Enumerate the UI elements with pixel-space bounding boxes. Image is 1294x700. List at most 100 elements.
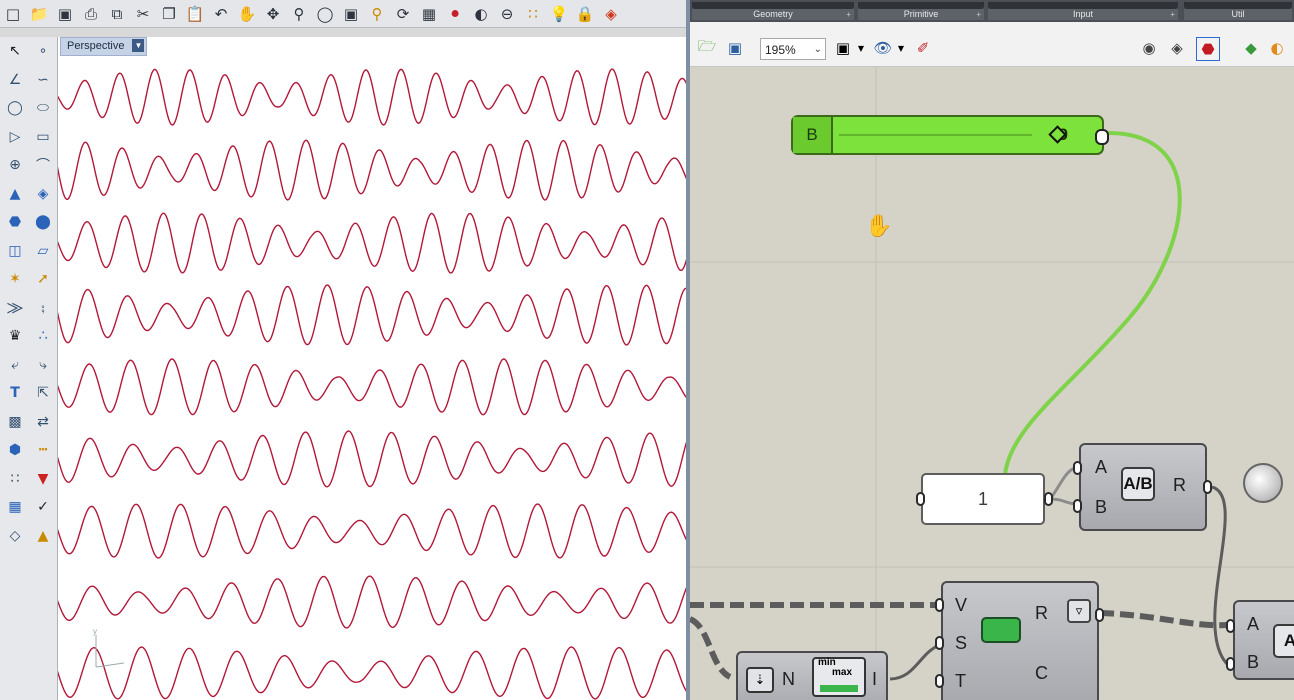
template-icon[interactable]: ⧉ bbox=[106, 3, 128, 25]
circle-icon[interactable]: ◯ bbox=[2, 95, 28, 121]
value-panel[interactable]: 1 bbox=[921, 473, 1045, 525]
division2-port-b[interactable] bbox=[1226, 657, 1235, 671]
output-probe[interactable] bbox=[1243, 463, 1283, 503]
undo-icon[interactable]: ↶ bbox=[210, 3, 232, 25]
fillet-icon[interactable]: ⤶ bbox=[2, 352, 28, 378]
triangle-icon[interactable]: ▷ bbox=[2, 124, 28, 150]
chevron-down-icon[interactable]: ▼ bbox=[850, 37, 872, 59]
division-component[interactable]: A B A/B R bbox=[1079, 443, 1207, 531]
tab-input[interactable]: Input + bbox=[988, 2, 1178, 20]
new-file-icon[interactable]: □ bbox=[2, 3, 24, 25]
rotate-view-icon[interactable]: ⟳ bbox=[392, 3, 414, 25]
cut-icon[interactable]: ✂ bbox=[132, 3, 154, 25]
sphere-icon[interactable]: ⬤ bbox=[30, 209, 56, 235]
division2-port-a[interactable] bbox=[1226, 619, 1235, 633]
preview-shaded-icon[interactable]: ◉ bbox=[1138, 37, 1160, 59]
car-icon[interactable]: ⚫ bbox=[444, 3, 466, 25]
slider-output-port[interactable] bbox=[1095, 129, 1109, 145]
panel-input-port[interactable] bbox=[916, 492, 925, 506]
group-icon[interactable]: ∴ bbox=[30, 323, 56, 349]
box-icon[interactable]: ⬣ bbox=[2, 209, 28, 235]
ellipse-icon[interactable]: ⬭ bbox=[30, 95, 56, 121]
slider-track[interactable] bbox=[839, 134, 1032, 136]
dimension-icon[interactable]: ⨠ bbox=[2, 295, 28, 321]
preview-selected-icon[interactable]: ⬣ bbox=[1196, 37, 1220, 61]
render-icon[interactable]: ◈ bbox=[600, 3, 622, 25]
division-port-b[interactable] bbox=[1073, 499, 1082, 513]
move-view-icon[interactable]: ✥ bbox=[262, 3, 284, 25]
mirror-icon[interactable]: ⇄ bbox=[30, 409, 56, 435]
chevron-down-icon[interactable]: ▼ bbox=[890, 37, 912, 59]
tab-primitive[interactable]: Primitive + bbox=[858, 2, 984, 20]
render-tool-icon[interactable]: ▲ bbox=[30, 523, 56, 549]
gh-canvas[interactable]: ✋ B 9 1 A B A/B R V S T R C ▿ ⇣ N bbox=[690, 67, 1294, 700]
check-icon[interactable]: ✓ bbox=[30, 494, 56, 520]
offset-icon[interactable]: ⤷ bbox=[30, 352, 56, 378]
shade-icon[interactable]: ◐ bbox=[470, 3, 492, 25]
division-component-2[interactable]: A B A bbox=[1233, 600, 1294, 680]
array-icon[interactable]: ▩ bbox=[2, 409, 28, 435]
viewport-tab[interactable]: Perspective ▼ bbox=[60, 37, 148, 56]
save-file-icon[interactable]: ▣ bbox=[724, 37, 746, 59]
print-icon[interactable]: ⎙ bbox=[80, 3, 102, 25]
viewport-menu-arrow-icon[interactable]: ▼ bbox=[132, 39, 145, 52]
paste-icon[interactable]: 📋 bbox=[184, 3, 206, 25]
scale-icon[interactable]: ⇱ bbox=[30, 380, 56, 406]
move-arrow-icon[interactable]: ➚ bbox=[30, 266, 56, 292]
polyline-icon[interactable]: ∠ bbox=[2, 67, 28, 93]
remap-port-s[interactable] bbox=[935, 636, 944, 650]
number-slider[interactable]: B 9 bbox=[791, 115, 1109, 155]
curve-icon[interactable]: ∽ bbox=[30, 67, 56, 93]
cylinder-icon[interactable]: ◫ bbox=[2, 238, 28, 264]
curve-point-icon[interactable]: ⊕ bbox=[2, 152, 28, 178]
remap-component[interactable]: V S T R C ▿ bbox=[941, 581, 1099, 700]
points-icon[interactable]: ∷ bbox=[522, 3, 544, 25]
remap-port-r[interactable] bbox=[1095, 608, 1104, 622]
mesh-icon[interactable]: ▦ bbox=[2, 494, 28, 520]
material-icon[interactable]: ◐ bbox=[1266, 37, 1288, 59]
tab-geometry[interactable]: Geometry + bbox=[692, 2, 854, 20]
point-icon[interactable]: ∘ bbox=[30, 38, 56, 64]
select-arrow-icon[interactable]: ↖ bbox=[2, 38, 28, 64]
bucket-icon[interactable]: ♛ bbox=[2, 323, 28, 349]
light-icon[interactable]: 💡 bbox=[548, 3, 570, 25]
panel-output-port[interactable] bbox=[1044, 492, 1053, 506]
flatten-icon[interactable]: ⇣ bbox=[746, 667, 774, 693]
text-icon[interactable]: T bbox=[2, 380, 28, 406]
remap-port-t[interactable] bbox=[935, 674, 944, 688]
lock-icon[interactable]: 🔒 bbox=[574, 3, 596, 25]
cplane-icon[interactable]: ⊖ bbox=[496, 3, 518, 25]
filter-icon[interactable]: ▿ bbox=[1067, 599, 1091, 623]
zoom-icon[interactable]: ⚲ bbox=[288, 3, 310, 25]
preview-wire-icon[interactable]: ◈ bbox=[1166, 37, 1188, 59]
red-tool-icon[interactable]: ▼ bbox=[30, 466, 56, 492]
grid-points-icon[interactable]: ∷ bbox=[2, 466, 28, 492]
zoom-extents-icon[interactable]: ▣ bbox=[340, 3, 362, 25]
division-port-a[interactable] bbox=[1073, 461, 1082, 475]
grid-icon[interactable]: ▦ bbox=[418, 3, 440, 25]
align-icon[interactable]: ⨟ bbox=[30, 295, 56, 321]
surface-icon[interactable]: ▲ bbox=[2, 181, 28, 207]
zoom-selected-icon[interactable]: ⚲ bbox=[366, 3, 388, 25]
zoom-level-select[interactable]: 195% ⌄ bbox=[760, 38, 826, 60]
measure-icon[interactable]: ┅ bbox=[30, 437, 56, 463]
zoom-window-icon[interactable]: ◯ bbox=[314, 3, 336, 25]
perspective-viewport[interactable]: Perspective ▼ y bbox=[58, 37, 686, 700]
bake-icon[interactable]: ◆ bbox=[1240, 37, 1262, 59]
remap-port-v[interactable] bbox=[935, 598, 944, 612]
surface-edit-icon[interactable]: ◈ bbox=[30, 181, 56, 207]
solid-icon[interactable]: ⬢ bbox=[2, 437, 28, 463]
open-file-icon[interactable]: 🗁 bbox=[696, 37, 718, 59]
tab-util[interactable]: Util bbox=[1184, 2, 1292, 20]
sketch-pen-icon[interactable]: ✐ bbox=[912, 37, 934, 59]
pan-icon[interactable]: ✋ bbox=[236, 3, 258, 25]
bounds-component[interactable]: ⇣ N min max I bbox=[736, 651, 888, 700]
copy-icon[interactable]: ❐ bbox=[158, 3, 180, 25]
analyze-icon[interactable]: ◇ bbox=[2, 523, 28, 549]
division-port-r[interactable] bbox=[1203, 480, 1212, 494]
plane-icon[interactable]: ▱ bbox=[30, 238, 56, 264]
save-icon[interactable]: ▣ bbox=[54, 3, 76, 25]
rectangle-icon[interactable]: ▭ bbox=[30, 124, 56, 150]
open-folder-icon[interactable]: 📁 bbox=[28, 3, 50, 25]
arc-icon[interactable]: ⌒ bbox=[30, 152, 56, 178]
